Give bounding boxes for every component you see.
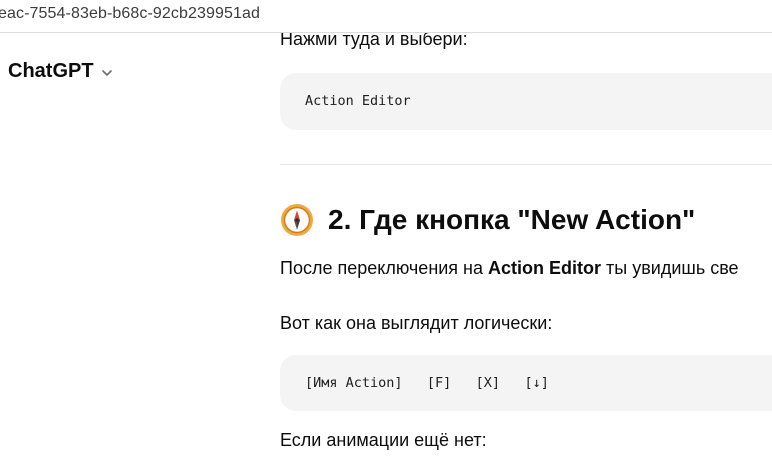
code-block: Action Editor (280, 73, 772, 130)
url-text[interactable]: eac-7554-83eb-b68c-92cb239951ad (0, 5, 260, 23)
code-text: Action Editor (305, 93, 411, 109)
section-heading-text: 2. Где кнопка "New Action" (328, 204, 696, 235)
paragraph-text: После переключения на (280, 258, 489, 278)
model-name: ChatGPT (8, 60, 94, 82)
chevron-down-icon (101, 69, 112, 76)
message-paragraph: После переключения на Action Editor ты у… (280, 258, 739, 279)
model-switcher-button[interactable]: ChatGPT (8, 60, 114, 83)
code-block: [Имя Action] [F] [X] [↓] (280, 355, 772, 411)
address-bar[interactable]: eac-7554-83eb-b68c-92cb239951ad (0, 0, 772, 33)
section-heading: 2. Где кнопка "New Action" (280, 203, 695, 237)
paragraph-bold-text: Action Editor (488, 258, 602, 278)
compass-icon (281, 204, 313, 236)
code-text: [Имя Action] [F] [X] [↓] (305, 375, 549, 391)
divider (280, 164, 772, 165)
message-text-line: Нажми туда и выбери: (280, 33, 468, 49)
message-paragraph: Если анимации ещё нет: (280, 430, 487, 450)
assistant-message: Нажми туда и выбери: Action Editor 2. Гд… (280, 33, 772, 462)
chatgpt-app: ChatGPT Нажми туда и выбери: Action Edit… (0, 33, 772, 462)
paragraph-text: ты увидишь све (601, 258, 739, 278)
sidebar: ChatGPT (0, 33, 280, 462)
message-paragraph: Вот как она выглядит логически: (280, 313, 553, 333)
